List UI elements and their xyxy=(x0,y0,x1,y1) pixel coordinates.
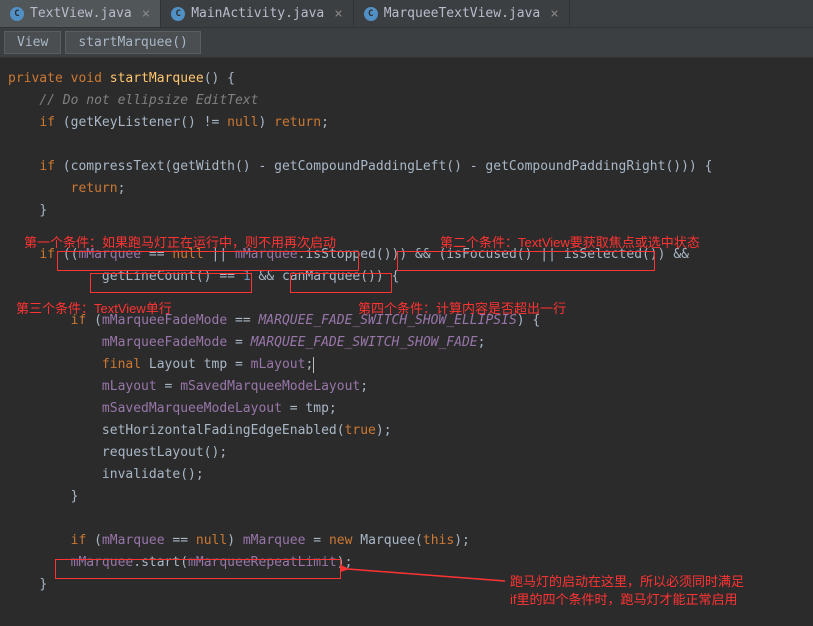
code-line: requestLayout(); xyxy=(8,442,813,464)
code-line: return; xyxy=(8,178,813,200)
tab-label: TextView.java xyxy=(30,6,132,21)
code-line: mSavedMarqueeModeLayout = tmp; xyxy=(8,398,813,420)
code-line: final Layout tmp = mLayout; xyxy=(8,354,813,376)
class-icon: C xyxy=(10,7,24,21)
code-line xyxy=(8,134,813,156)
annotation-4: 第四个条件：计算内容是否超出一行 xyxy=(358,298,566,320)
tab-textview[interactable]: C TextView.java × xyxy=(0,0,161,27)
annotation-1: 第一个条件：如果跑马灯正在运行中，则不用再次启动 xyxy=(24,232,336,254)
annotation-2: 第二个条件：TextView要获取焦点或选中状态 xyxy=(440,232,700,254)
code-line: mLayout = mSavedMarqueeModeLayout; xyxy=(8,376,813,398)
annotation-3: 第三个条件：TextView单行 xyxy=(16,298,172,320)
tab-marqueetextview[interactable]: C MarqueeTextView.java × xyxy=(354,0,570,27)
close-icon[interactable]: × xyxy=(142,6,150,22)
code-line: private void startMarquee() { xyxy=(8,68,813,90)
code-line: invalidate(); xyxy=(8,464,813,486)
code-line: } xyxy=(8,486,813,508)
tab-label: MainActivity.java xyxy=(191,6,324,21)
code-line: getLineCount() == 1 && canMarquee()) { xyxy=(8,266,813,288)
tab-mainactivity[interactable]: C MainActivity.java × xyxy=(161,0,354,27)
code-line: setHorizontalFadingEdgeEnabled(true); xyxy=(8,420,813,442)
close-icon[interactable]: × xyxy=(550,6,558,22)
close-icon[interactable]: × xyxy=(334,6,342,22)
code-line: if (compressText(getWidth() - getCompoun… xyxy=(8,156,813,178)
code-line: if (mMarquee == null) mMarquee = new Mar… xyxy=(8,530,813,552)
breadcrumb: View startMarquee() xyxy=(0,28,813,58)
code-editor[interactable]: private void startMarquee() { // Do not … xyxy=(0,58,813,606)
code-line xyxy=(8,508,813,530)
tab-label: MarqueeTextView.java xyxy=(384,6,541,21)
code-line: // Do not ellipsize EditText xyxy=(8,90,813,112)
arrow-icon xyxy=(340,558,510,588)
code-line: } xyxy=(8,200,813,222)
breadcrumb-method[interactable]: startMarquee() xyxy=(65,31,201,54)
class-icon: C xyxy=(364,7,378,21)
code-line: mMarqueeFadeMode = MARQUEE_FADE_SWITCH_S… xyxy=(8,332,813,354)
editor-tabs: C TextView.java × C MainActivity.java × … xyxy=(0,0,813,28)
class-icon: C xyxy=(171,7,185,21)
code-line: if (getKeyListener() != null) return; xyxy=(8,112,813,134)
text-cursor xyxy=(313,357,314,373)
breadcrumb-class[interactable]: View xyxy=(4,31,61,54)
annotation-6: if里的四个条件时，跑马灯才能正常启用 xyxy=(510,589,738,611)
